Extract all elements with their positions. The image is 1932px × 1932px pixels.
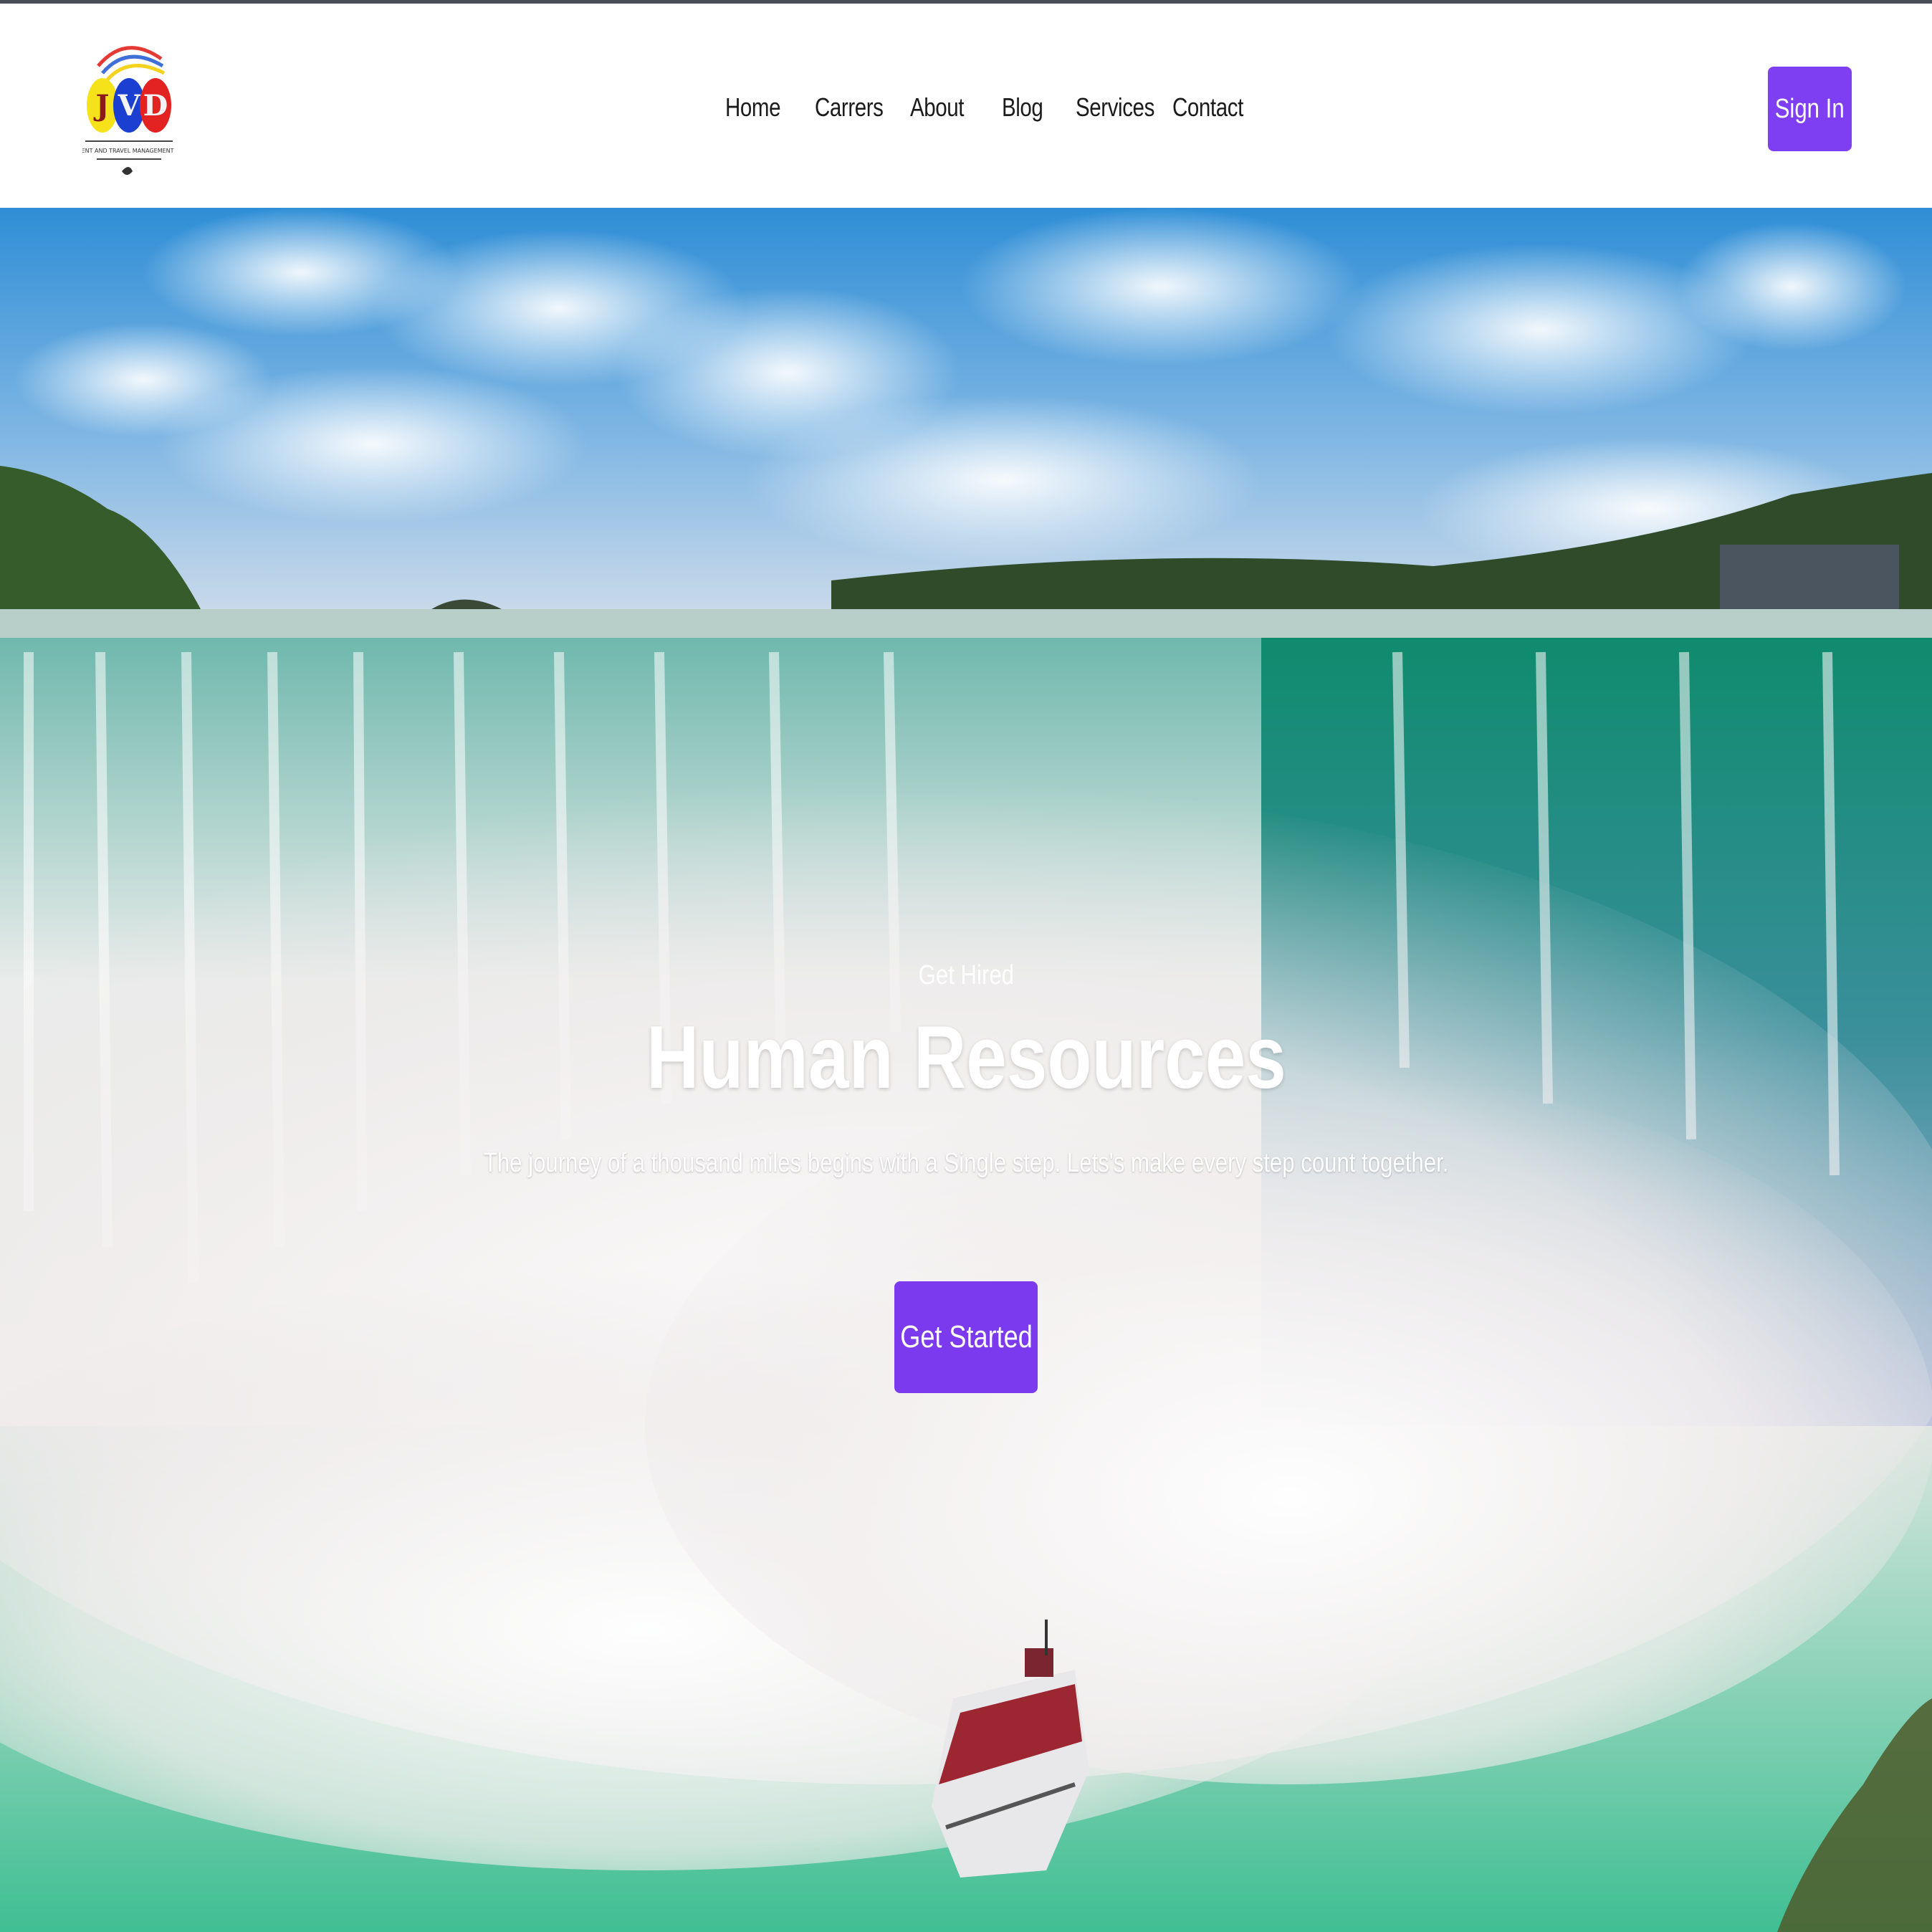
get-started-button[interactable]: Get Started: [894, 1281, 1038, 1393]
sign-in-button[interactable]: Sign In: [1768, 67, 1852, 151]
hero-section: Get Hired Human Resources The journey of…: [0, 208, 1932, 1932]
svg-text:J: J: [94, 89, 110, 123]
nav-carrers[interactable]: Carrers: [815, 92, 884, 123]
nav-services[interactable]: Services: [1076, 92, 1154, 123]
main-nav: Home Carrers About Blog Services Contact: [717, 86, 1243, 129]
nav-blog[interactable]: Blog: [1002, 92, 1043, 123]
sign-in-label: Sign In: [1774, 93, 1845, 124]
get-started-label: Get Started: [899, 1319, 1033, 1354]
svg-text:EVENT AND TRAVEL MANAGEMENT CO: EVENT AND TRAVEL MANAGEMENT CO: [82, 148, 176, 154]
nav-about[interactable]: About: [910, 92, 965, 123]
nav-home[interactable]: Home: [725, 92, 781, 123]
svg-text:D: D: [143, 89, 168, 123]
hero-subtitle: The journey of a thousand miles begins w…: [483, 1148, 1449, 1178]
hero-kicker: Get Hired: [918, 960, 1014, 990]
nav-contact[interactable]: Contact: [1172, 92, 1243, 123]
hero-content: Get Hired Human Resources The journey of…: [0, 208, 1932, 1932]
logo-icon: J V D EVENT AND TRAVEL MANAGEMENT CO: [74, 46, 184, 175]
navbar: J V D EVENT AND TRAVEL MANAGEMENT CO Hom…: [0, 4, 1932, 208]
svg-text:V: V: [117, 89, 140, 123]
brand-logo[interactable]: J V D EVENT AND TRAVEL MANAGEMENT CO: [74, 34, 184, 184]
hero-title: Human Resources: [646, 1008, 1286, 1107]
